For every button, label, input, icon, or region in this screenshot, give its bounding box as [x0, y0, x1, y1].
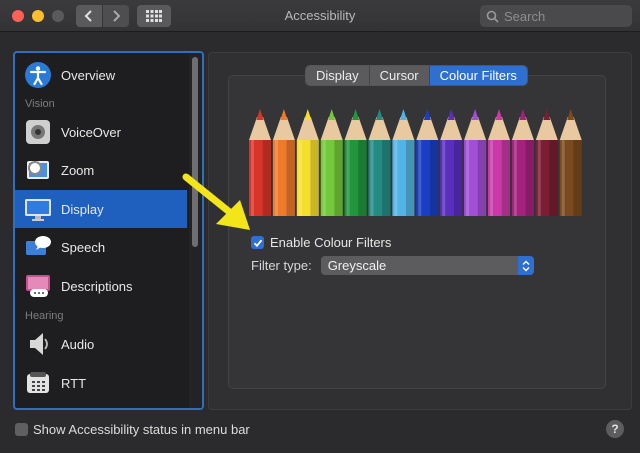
status-in-menu-bar-label: Show Accessibility status in menu bar — [33, 422, 250, 437]
pencil — [272, 109, 295, 216]
tab-colour-filters[interactable]: Colour Filters — [429, 66, 527, 85]
pencil — [320, 109, 343, 216]
display-icon — [23, 194, 53, 224]
search-icon — [486, 10, 499, 23]
filter-type-row: Filter type: Greyscale — [251, 256, 534, 275]
voiceover-icon — [23, 117, 53, 147]
filter-type-select[interactable]: Greyscale — [320, 256, 534, 275]
pencil — [464, 109, 487, 216]
pencil — [488, 109, 510, 216]
enable-colour-filters-row[interactable]: Enable Colour Filters — [251, 235, 391, 250]
chevron-right-icon — [113, 10, 121, 22]
pencil — [559, 109, 582, 216]
help-button[interactable]: ? — [606, 420, 624, 438]
sidebar-item-display[interactable]: Display — [15, 190, 187, 228]
sidebar-item-label: RTT — [61, 375, 87, 391]
pencil — [368, 109, 391, 216]
tab-cursor[interactable]: Cursor — [369, 66, 430, 85]
sidebar-item-zoom[interactable]: Zoom — [15, 151, 187, 189]
pencil — [511, 109, 534, 216]
status-in-menu-bar-row[interactable]: Show Accessibility status in menu bar — [15, 422, 250, 437]
phone-icon — [23, 368, 53, 398]
sidebar-item-label: Display — [61, 201, 104, 217]
title-bar: Accessibility — [0, 0, 640, 32]
minimize-window-button[interactable] — [32, 10, 44, 22]
section-header-hearing: Hearing — [25, 310, 64, 322]
pencil — [296, 109, 319, 216]
search-input[interactable] — [504, 8, 624, 24]
sidebar-item-overview[interactable]: Overview — [15, 56, 187, 94]
sidebar-item-audio[interactable]: Audio — [15, 325, 187, 363]
section-header-vision: Vision — [25, 98, 55, 110]
sidebar-item-label: Speech — [61, 239, 106, 255]
pencil — [440, 109, 463, 216]
sidebar: Overview Vision VoiceOver Zoom Display S — [13, 51, 204, 410]
select-stepper[interactable] — [517, 256, 534, 275]
up-down-chevron-icon — [522, 260, 530, 271]
descriptions-icon — [23, 271, 53, 301]
filter-type-label: Filter type: — [251, 258, 312, 273]
sidebar-item-label: Zoom — [61, 162, 95, 178]
pencil — [392, 109, 415, 216]
pencil — [344, 109, 367, 216]
grid-icon — [146, 10, 162, 22]
accessibility-icon — [23, 60, 53, 90]
sidebar-item-voiceover[interactable]: VoiceOver — [15, 113, 187, 151]
back-button[interactable] — [76, 5, 102, 27]
sidebar-item-label: VoiceOver — [61, 124, 121, 140]
show-all-button[interactable] — [137, 5, 171, 27]
status-in-menu-bar-checkbox[interactable] — [15, 423, 28, 436]
speaker-icon — [23, 329, 53, 359]
zoom-window-button[interactable] — [52, 10, 64, 22]
sidebar-item-speech[interactable]: Speech — [15, 228, 187, 266]
sidebar-item-label: Audio — [61, 336, 95, 352]
colour-pencils-preview — [249, 109, 582, 216]
pencil — [416, 109, 439, 216]
checkmark-icon — [253, 239, 262, 247]
filter-type-value: Greyscale — [327, 258, 387, 273]
enable-colour-filters-label: Enable Colour Filters — [270, 235, 392, 250]
tab-bar: Display Cursor Colour Filters — [306, 66, 527, 85]
search-field[interactable] — [480, 5, 632, 27]
close-window-button[interactable] — [12, 10, 24, 22]
sidebar-item-label: Descriptions — [61, 278, 133, 294]
speech-icon — [23, 232, 53, 262]
yellow-arrow-annotation — [182, 173, 250, 230]
tab-display[interactable]: Display — [306, 66, 370, 85]
zoom-icon — [23, 155, 53, 185]
chevron-left-icon — [84, 10, 92, 22]
enable-colour-filters-checkbox[interactable] — [251, 236, 264, 249]
sidebar-item-rtt[interactable]: RTT — [15, 364, 187, 402]
forward-button[interactable] — [103, 5, 129, 27]
pencil — [535, 109, 558, 216]
sidebar-item-descriptions[interactable]: Descriptions — [15, 267, 187, 305]
sidebar-item-label: Overview — [61, 67, 116, 83]
